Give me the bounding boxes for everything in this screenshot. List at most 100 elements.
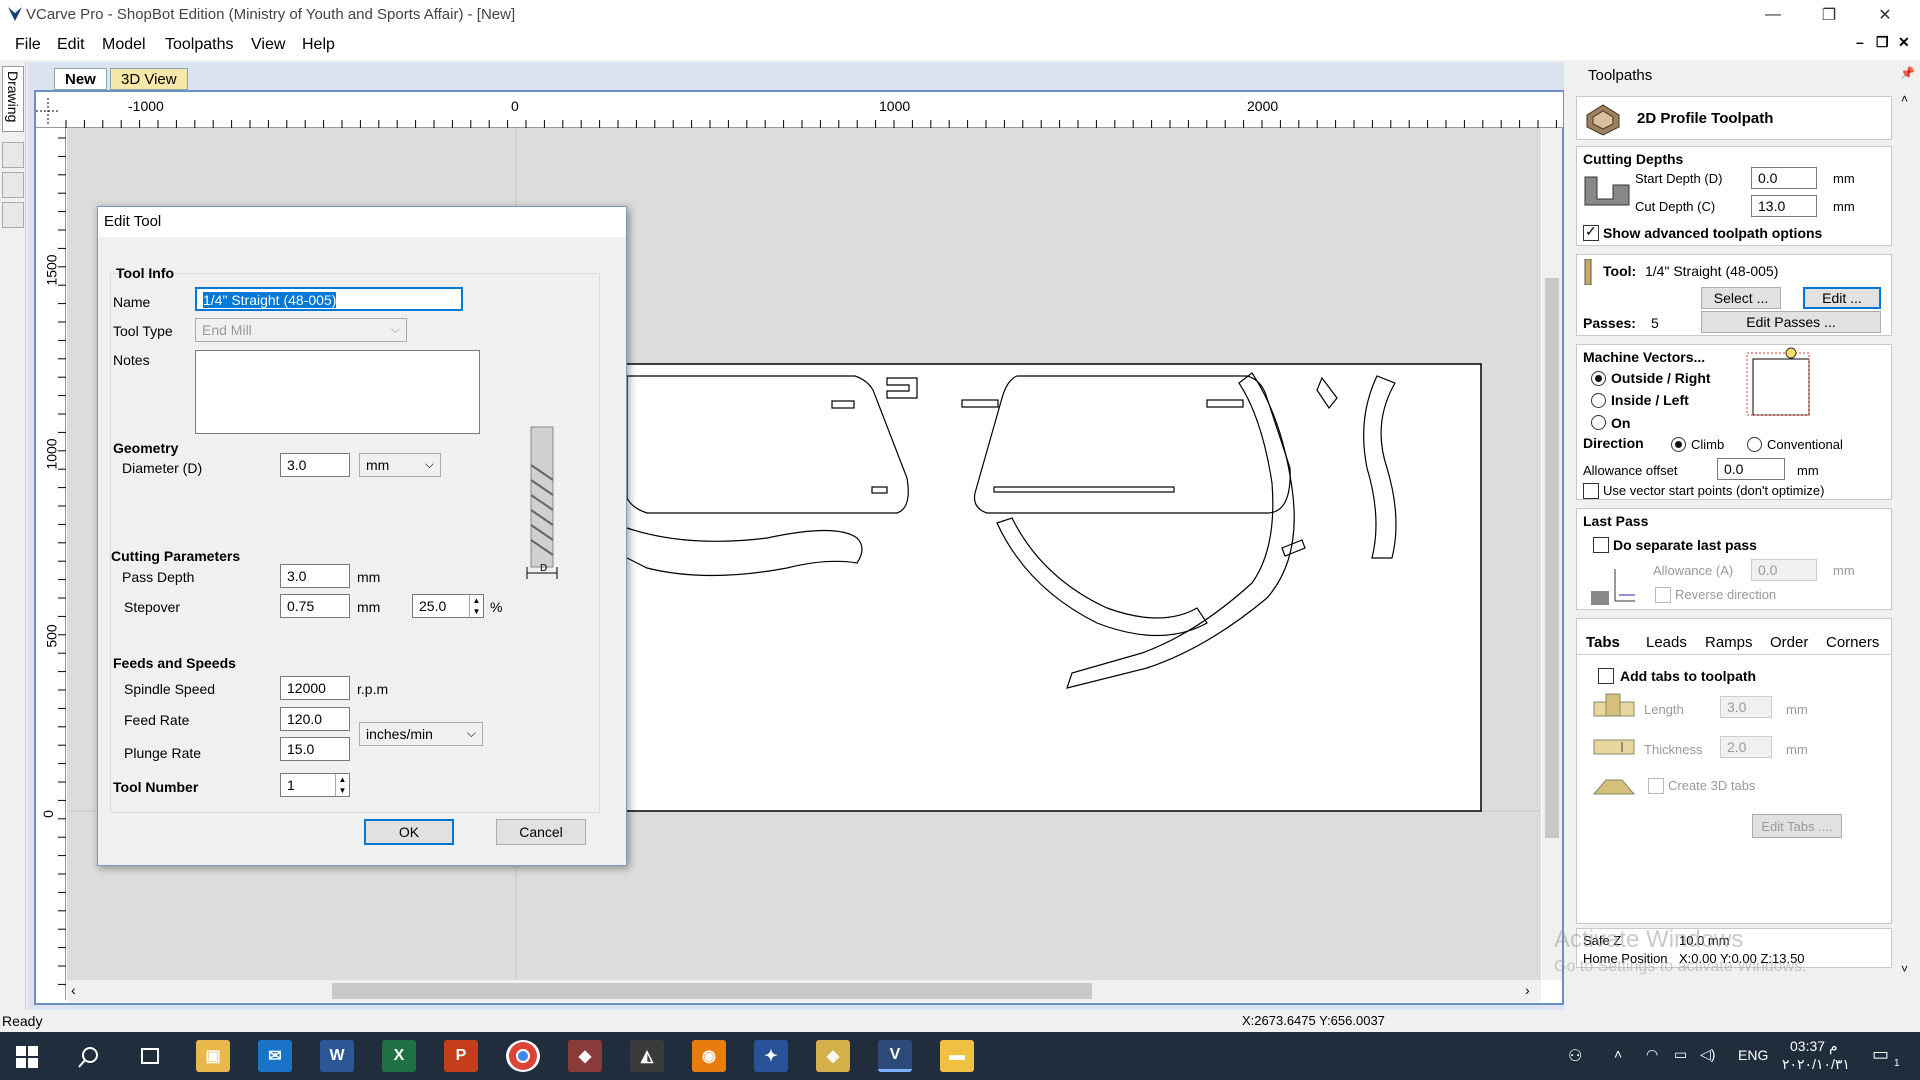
close-button[interactable]: ✕ bbox=[1862, 0, 1908, 30]
volume-icon[interactable]: ◁) bbox=[1700, 1046, 1715, 1063]
plunge-rate-input[interactable]: 15.0 bbox=[280, 737, 350, 761]
scroll-down-icon[interactable]: ˅ bbox=[1901, 962, 1908, 976]
ruler-label: 1500 bbox=[43, 254, 60, 286]
app-icon[interactable]: ◭ bbox=[630, 1040, 664, 1072]
spin-arrows-icon[interactable]: ▲ ▼ bbox=[335, 774, 349, 796]
app-icon[interactable]: ◆ bbox=[568, 1040, 602, 1072]
show-advanced-checkbox[interactable] bbox=[1583, 223, 1599, 241]
drawing-tab[interactable]: Drawing bbox=[2, 66, 24, 132]
stepover-input[interactable]: 0.75 bbox=[280, 594, 350, 618]
mail-icon[interactable]: ✉ bbox=[258, 1040, 292, 1072]
notification-icon[interactable]: ▭ bbox=[1872, 1044, 1889, 1065]
chevron-up-icon[interactable]: ˄ bbox=[1614, 1046, 1622, 1062]
vertical-scroll-thumb[interactable] bbox=[1545, 278, 1559, 838]
pass-depth-input[interactable]: 3.0 bbox=[280, 564, 350, 588]
horizontal-scrollbar[interactable]: ‹ › bbox=[67, 980, 1541, 1002]
tab-corners[interactable]: Corners bbox=[1826, 634, 1879, 651]
menu-toolpaths[interactable]: Toolpaths bbox=[165, 36, 234, 54]
wifi-icon[interactable]: ◠ bbox=[1646, 1046, 1658, 1063]
do-separate-checkbox[interactable] bbox=[1593, 537, 1609, 553]
mdi-minimize-button[interactable]: – bbox=[1856, 34, 1864, 50]
scroll-left-icon[interactable]: ‹ bbox=[71, 982, 76, 998]
spindle-unit: r.p.m bbox=[357, 681, 389, 697]
feed-rate-input[interactable]: 120.0 bbox=[280, 707, 350, 731]
notes-textarea[interactable] bbox=[195, 350, 480, 434]
geometry-heading: Geometry bbox=[113, 440, 179, 456]
powerpoint-icon[interactable]: P bbox=[444, 1040, 478, 1072]
ruler-origin-icon[interactable] bbox=[36, 96, 60, 126]
start-depth-input[interactable]: 0.0 bbox=[1751, 167, 1817, 189]
battery-icon[interactable]: ▭ bbox=[1674, 1046, 1687, 1063]
select-tool-button[interactable]: Select ... bbox=[1701, 287, 1781, 309]
pin-icon[interactable]: 📌 bbox=[1900, 66, 1915, 80]
panel-scrollbar[interactable]: ˄ ˅ bbox=[1898, 92, 1918, 984]
inside-left-radio[interactable] bbox=[1591, 393, 1606, 408]
app-icon[interactable]: ✦ bbox=[754, 1040, 788, 1072]
tab-order[interactable]: Order bbox=[1770, 634, 1808, 651]
cancel-button[interactable]: Cancel bbox=[496, 819, 586, 845]
edit-tool-button[interactable]: Edit ... bbox=[1803, 287, 1881, 309]
chrome-icon[interactable] bbox=[506, 1040, 540, 1072]
stepover-percent-input[interactable]: 25.0 ▲ ▼ bbox=[412, 594, 484, 618]
spin-arrows-icon[interactable]: ▲ ▼ bbox=[469, 595, 483, 617]
clock-time[interactable]: 03:37 م bbox=[1790, 1038, 1838, 1055]
ok-button[interactable]: OK bbox=[364, 819, 454, 845]
climb-radio[interactable] bbox=[1671, 437, 1686, 452]
file-explorer-icon[interactable]: ▬ bbox=[940, 1040, 974, 1072]
tab-ramps[interactable]: Ramps bbox=[1705, 634, 1753, 651]
diameter-unit-select[interactable]: mm ⌵ bbox=[359, 453, 441, 477]
menu-file[interactable]: File bbox=[15, 36, 41, 54]
blender-icon[interactable]: ◉ bbox=[692, 1040, 726, 1072]
strip-slot[interactable] bbox=[2, 172, 24, 198]
spindle-speed-input[interactable]: 12000 bbox=[280, 676, 350, 700]
tab-leads[interactable]: Leads bbox=[1646, 634, 1687, 651]
clock-date[interactable]: ٢٠٢٠/١٠/٣١ bbox=[1782, 1056, 1850, 1073]
store-icon[interactable]: ▣ bbox=[196, 1040, 230, 1072]
vertical-scrollbar[interactable] bbox=[1542, 128, 1562, 980]
on-label: On bbox=[1611, 415, 1631, 431]
title-bar: VCarve Pro - ShopBot Edition (Ministry o… bbox=[0, 0, 1920, 30]
menu-edit[interactable]: Edit bbox=[57, 36, 85, 54]
on-radio[interactable] bbox=[1591, 415, 1606, 430]
scroll-up-icon[interactable]: ˄ bbox=[1901, 92, 1908, 106]
minimize-button[interactable]: — bbox=[1750, 0, 1796, 30]
tab-3d-view[interactable]: 3D View bbox=[110, 68, 188, 90]
cut-depth-input[interactable]: 13.0 bbox=[1751, 195, 1817, 217]
allowance-offset-input[interactable]: 0.0 bbox=[1717, 458, 1785, 480]
word-icon[interactable]: W bbox=[320, 1040, 354, 1072]
edit-passes-button[interactable]: Edit Passes ... bbox=[1701, 311, 1881, 333]
vcarve-taskbar-icon[interactable]: V bbox=[878, 1040, 912, 1072]
add-tabs-checkbox[interactable] bbox=[1598, 668, 1614, 684]
tool-name-input[interactable]: 1/4" Straight (48-005) bbox=[195, 287, 463, 311]
windows-start-icon[interactable] bbox=[16, 1046, 38, 1068]
menu-help[interactable]: Help bbox=[302, 36, 335, 54]
task-view-icon[interactable] bbox=[138, 1046, 162, 1068]
menu-view[interactable]: View bbox=[251, 36, 285, 54]
language-indicator[interactable]: ENG bbox=[1738, 1047, 1768, 1063]
search-icon[interactable] bbox=[78, 1046, 100, 1068]
excel-icon[interactable]: X bbox=[382, 1040, 416, 1072]
edit-tool-dialog: Edit Tool Tool Info Name 1/4" Straight (… bbox=[97, 206, 627, 866]
outside-right-radio[interactable] bbox=[1591, 371, 1606, 386]
menu-model[interactable]: Model bbox=[102, 36, 146, 54]
mdi-close-button[interactable]: ✕ bbox=[1898, 34, 1910, 51]
tab-tabs[interactable]: Tabs bbox=[1586, 634, 1620, 651]
strip-slot[interactable] bbox=[2, 202, 24, 228]
rate-unit-select[interactable]: inches/min ⌵ bbox=[359, 722, 483, 746]
horizontal-scroll-thumb[interactable] bbox=[332, 983, 1092, 999]
tool-bit-icon bbox=[1584, 259, 1592, 285]
tool-type-label: Tool Type bbox=[113, 323, 173, 339]
diameter-input[interactable]: 3.0 bbox=[280, 453, 350, 477]
tool-number-input[interactable]: 1 ▲ ▼ bbox=[280, 773, 350, 797]
mdi-restore-button[interactable]: ❐ bbox=[1876, 34, 1889, 51]
allowance-a-input: 0.0 bbox=[1751, 559, 1817, 581]
use-vector-start-checkbox[interactable] bbox=[1583, 483, 1599, 499]
conventional-radio[interactable] bbox=[1747, 437, 1762, 452]
tab-new[interactable]: New bbox=[54, 68, 107, 90]
app-icon[interactable]: ◈ bbox=[816, 1040, 850, 1072]
restore-button[interactable]: ❐ bbox=[1806, 0, 1852, 30]
scroll-right-icon[interactable]: › bbox=[1525, 982, 1530, 998]
people-icon[interactable]: ⚇ bbox=[1568, 1046, 1582, 1066]
diameter-label: Diameter (D) bbox=[122, 460, 203, 476]
strip-slot[interactable] bbox=[2, 142, 24, 168]
